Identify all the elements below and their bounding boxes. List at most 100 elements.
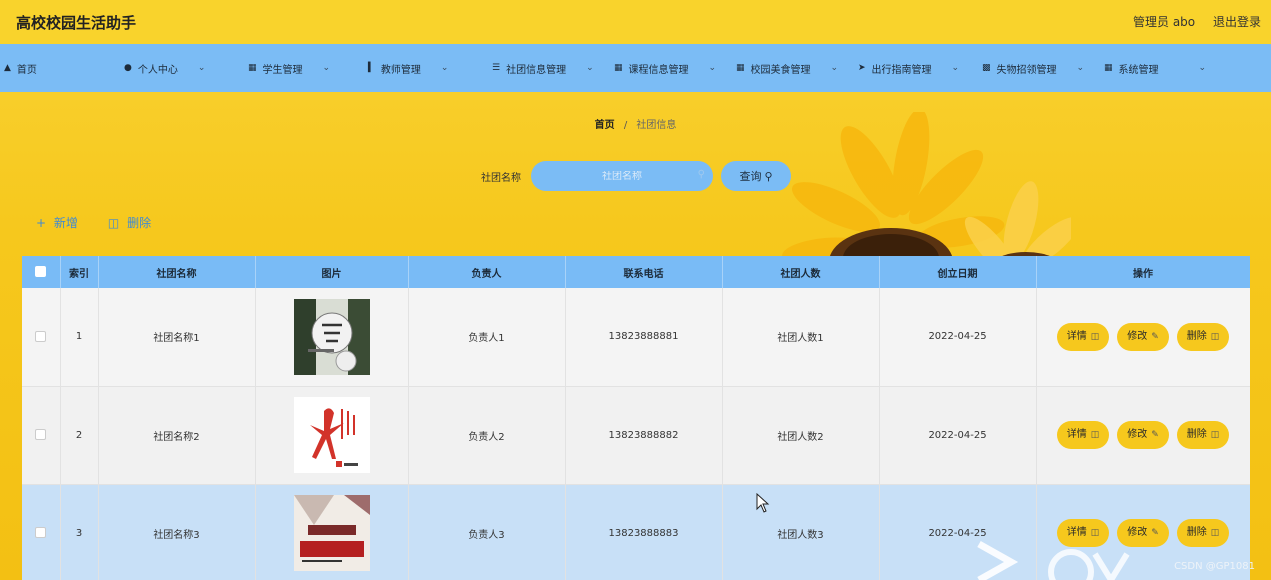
search-label: 社团名称 [481,172,521,184]
row-select-cell [22,484,61,580]
nav-item-food[interactable]: ▦ 校园美食管理 ⌄ [736,44,838,92]
nav-item-label: 课程信息管理 [628,64,689,76]
table-row: 1 社团名称1 负责人1 13823888881 社团人数1 2022-04-2… [22,288,1250,387]
row-select-cell [22,386,61,485]
cell-members: 社团人数2 [722,386,880,485]
plus-icon: + [36,216,47,230]
delete-button-label: 删除 [127,216,152,230]
admin-label[interactable]: 管理员 abo [1133,15,1195,29]
edit-button[interactable]: 修改 ✎ [1117,421,1169,449]
app-title: 高校校园生活助手 [16,14,137,32]
edit-icon: ✎ [1151,430,1159,440]
add-button[interactable]: + 新增 [36,214,78,231]
search-box[interactable]: ⚲ [531,161,713,191]
edit-button[interactable]: 修改 ✎ [1117,322,1169,351]
edit-label: 修改 [1127,429,1148,440]
row-checkbox[interactable] [35,331,47,342]
nav-item-lost-found[interactable]: ▩ 失物招领管理 ⌄ [982,44,1084,92]
cell-leader: 负责人2 [408,386,566,485]
detail-icon: ◫ [1090,331,1100,342]
cell-members: 社团人数3 [722,484,880,580]
chevron-down-icon: ⌄ [1198,63,1207,73]
delete-label: 删除 [1186,527,1207,538]
query-button-label: 查询 [739,170,762,183]
cell-leader: 负责人3 [408,484,566,580]
row-select-cell [22,288,61,387]
cell-actions: 详情 ◫ 修改 ✎ 删除 ◫ [1036,386,1250,485]
breadcrumb-home[interactable]: 首页 [595,120,615,131]
app-root: 高校校园生活助手 管理员 abo 退出登录 ▲ 首页 ● 个人中心 ⌄ ▦ 学生… [0,0,1271,580]
cell-name: 社团名称2 [98,386,256,485]
chevron-down-icon: ⌄ [830,63,839,73]
cell-image [255,288,409,387]
chevron-down-icon: ⌄ [951,63,960,73]
nav-item-home[interactable]: ▲ 首页 [4,44,37,92]
chevron-down-icon: ⌄ [586,63,594,73]
nav-item-label: 教师管理 [380,64,421,76]
detail-icon: ◫ [1090,430,1100,440]
list-icon: ☰ [492,63,501,73]
breadcrumb-separator: / [623,120,628,131]
search-row: 社团名称 ⚲ 查询 ⚲ [481,160,791,192]
header-index: 索引 [60,256,99,288]
detail-label: 详情 [1066,429,1087,440]
nav-item-label: 校园美食管理 [750,64,811,76]
dance-poster-image[interactable] [293,397,370,473]
cell-phone: 13823888882 [565,386,723,485]
user-icon: ● [124,63,132,73]
add-button-label: 新增 [53,216,78,230]
nav-item-teachers[interactable]: ▍ 教师管理 ⌄ [368,44,448,92]
header-leader: 负责人 [408,256,566,288]
nav-item-system[interactable]: ▦ 系统管理 ⌄ [1104,44,1206,92]
delete-button[interactable]: 删除 ◫ [1176,519,1230,547]
nav-item-students[interactable]: ▦ 学生管理 ⌄ [248,44,330,92]
nav-item-travel[interactable]: ➤ 出行指南管理 ⌄ [858,44,959,92]
nav-item-courses[interactable]: ▦ 课程信息管理 ⌄ [614,44,716,92]
cell-index: 3 [60,484,99,580]
select-all-checkbox[interactable] [35,266,47,278]
table-header-row: 索引 社团名称 图片 负责人 联系电话 社团人数 创立日期 操作 [22,256,1250,288]
nav-item-personal[interactable]: ● 个人中心 ⌄ [124,44,205,92]
detail-button[interactable]: 详情 ◫ [1056,322,1110,351]
batch-delete-button[interactable]: ◫ 删除 [108,214,151,231]
cell-name: 社团名称3 [98,484,256,580]
cell-members: 社团人数1 [722,288,880,387]
football-poster-image[interactable] [293,298,370,375]
table-row: 2 社团名称2 负责人2 13823888882 社团人数2 2022-04-2… [22,386,1250,485]
detail-label: 详情 [1066,330,1087,342]
send-icon: ➤ [858,63,866,73]
nav-item-label: 出行指南管理 [871,64,932,76]
home-icon: ▲ [4,63,11,73]
nav-item-label: 社团信息管理 [506,64,567,76]
header-phone: 联系电话 [565,256,723,288]
cell-image [255,386,409,485]
nav-item-clubs[interactable]: ☰ 社团信息管理 ⌄ [492,44,594,92]
action-row: + 新增 ◫ 删除 [36,214,181,231]
detail-button[interactable]: 详情 ◫ [1056,421,1110,449]
cell-image [255,484,409,580]
logout-button[interactable]: 退出登录 [1213,15,1261,29]
recruit-poster-image[interactable] [293,495,370,571]
watermark: CSDN @GP1081 [1174,561,1255,572]
header-select-all[interactable] [22,256,61,288]
cell-index: 2 [60,386,99,485]
cell-index: 1 [60,288,99,387]
header-name: 社团名称 [98,256,256,288]
cell-date: 2022-04-25 [879,288,1037,387]
query-button[interactable]: 查询 ⚲ [721,161,791,191]
nav-item-label: 首页 [16,64,37,76]
row-checkbox[interactable] [35,527,47,539]
row-checkbox[interactable] [35,429,47,441]
search-input[interactable] [562,170,682,182]
header-image: 图片 [255,256,409,288]
cell-phone: 13823888883 [565,484,723,580]
grid-icon: ▦ [614,63,623,73]
trash-icon: ◫ [1210,528,1220,538]
edit-label: 修改 [1127,330,1148,342]
search-icon: ⚲ [764,169,773,183]
delete-button[interactable]: 删除 ◫ [1176,421,1230,449]
nav-item-label: 失物招领管理 [996,64,1057,76]
top-bar: 高校校园生活助手 管理员 abo 退出登录 [0,0,1271,44]
chevron-down-icon: ⌄ [708,63,717,73]
delete-button[interactable]: 删除 ◫ [1176,322,1230,351]
